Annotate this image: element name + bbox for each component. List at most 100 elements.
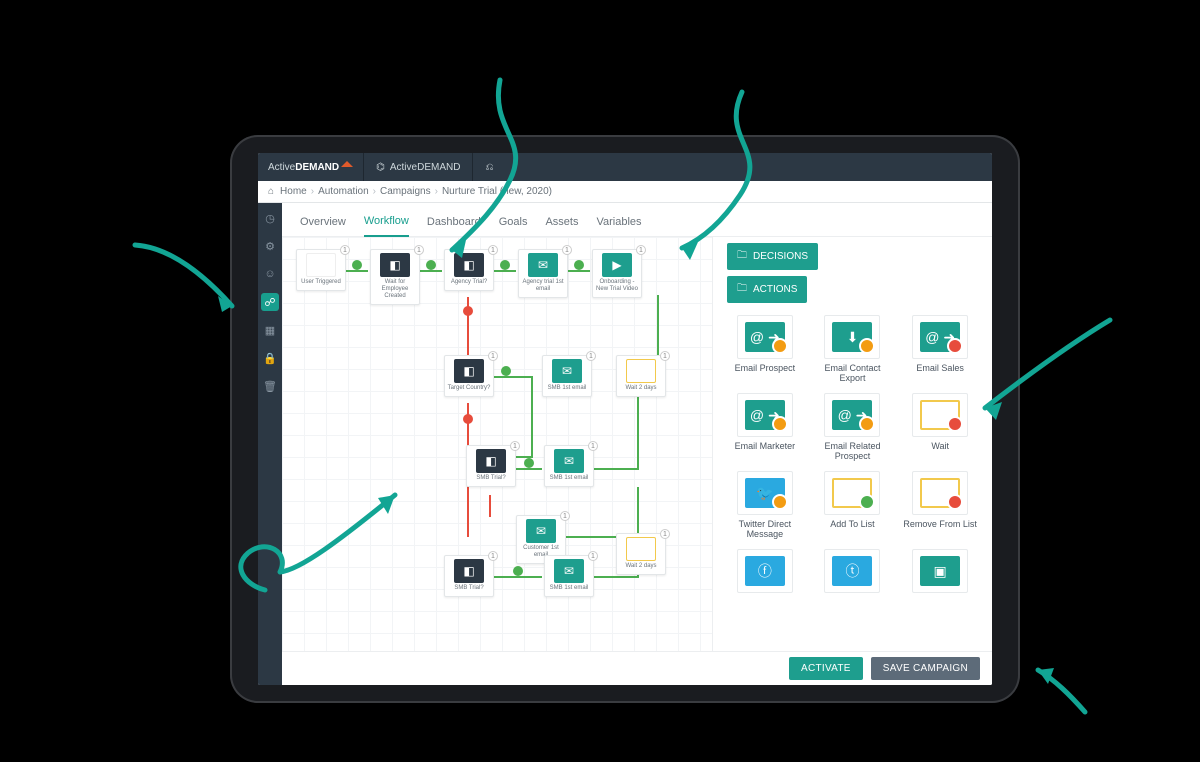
palette-email-contact-export[interactable]: ⬇ Email Contact Export [815,315,891,383]
decisions-folder-button[interactable]: 🗀 DECISIONS [727,243,818,270]
node-count-badge: 1 [488,351,498,361]
mail-icon: ✉ [552,359,582,383]
tab-goals[interactable]: Goals [499,216,528,236]
node-label: SMB 1st email [550,585,589,591]
home-icon[interactable]: ⌂ [268,186,274,197]
palette-grid: @ ➜ Email Prospect ⬇ Email Contact Expor… [727,315,978,597]
palette-email-related-prospect[interactable]: @ ➜ Email Related Prospect [815,393,891,461]
tab-variables[interactable]: Variables [596,216,641,236]
flow-icon: ◧ [454,559,484,583]
actions-folder-button[interactable]: 🗀 ACTIONS [727,276,807,303]
node-wait3[interactable]: ▦ Wait 2 days 1 [616,533,666,575]
social-icon: ⓣ [832,556,872,586]
mail-icon: ✉ [554,449,584,473]
rail-apps[interactable]: ▦ [261,321,279,339]
node-agency-trial[interactable]: ◧ Agency Trial? 1 [444,249,494,291]
node-bottom-mail[interactable]: ✉ SMB 1st email 1 [544,555,594,597]
workflow-canvas[interactable]: ✸ User Triggered 1 ◧ Wait for Employee C… [282,237,712,675]
palette-email-sales[interactable]: @ ➜ Email Sales [902,315,978,383]
node-wait-employee[interactable]: ◧ Wait for Employee Created 1 [370,249,420,305]
group-badge-icon [859,416,875,432]
node-count-badge: 1 [636,245,646,255]
node-agency-mail[interactable]: ✉ Agency trial 1st email 1 [518,249,568,298]
node-count-badge: 1 [660,351,670,361]
folder-icon: 🗀 [737,281,747,298]
palette-partial-2[interactable]: ⓣ [815,549,891,597]
calendar-icon: ▦ [626,537,656,561]
crumb-campaigns[interactable]: Campaigns [380,186,431,197]
app-screen: ActiveDEMAND ⌬ ActiveDEMAND ⎌ ⌂ Home › A… [258,153,992,685]
palette-email-prospect[interactable]: @ ➜ Email Prospect [727,315,803,383]
crumb-automation[interactable]: Automation [318,186,369,197]
node-label: Wait for Employee Created [382,279,409,299]
palette-label: Twitter Direct Message [739,519,792,539]
node-count-badge: 1 [510,441,520,451]
hierarchy-icon: ⎌ [485,162,493,173]
sub-tabs: Overview Workflow Dashboard Goals Assets… [282,203,992,237]
crumb-sep: › [373,186,376,197]
minus-badge-icon [947,494,963,510]
save-campaign-button[interactable]: SAVE CAMPAIGN [871,657,980,680]
crumb-home[interactable]: Home [280,186,307,197]
chat-badge-icon [772,494,788,510]
rail-contacts[interactable]: ☺ [261,265,279,283]
tab-assets[interactable]: Assets [545,216,578,236]
tab-overview[interactable]: Overview [300,216,346,236]
node-bottom-branch[interactable]: ◧ SMB Trial? 1 [444,555,494,597]
footer-bar: ACTIVATE SAVE CAMPAIGN [282,651,992,685]
palette-email-marketer[interactable]: @ ➜ Email Marketer [727,393,803,461]
node-smb-mail-a[interactable]: ✉ SMB 1st email 1 [544,445,594,487]
node-start[interactable]: ✸ User Triggered 1 [296,249,346,291]
main-row: ◷ ⚙ ☺ ☍ ▦ 🔒 🗑 Overview Workflow Dashboar… [258,203,992,685]
tab-workflow[interactable]: Workflow [364,215,409,237]
action-palette: 🗀 DECISIONS 🗀 ACTIONS @ ➜ Email Prospect [712,237,992,685]
palette-wait[interactable]: ▦ Wait [902,393,978,461]
chat-badge-icon [859,338,875,354]
node-label: SMB 1st email [550,475,589,481]
app-bar: ActiveDEMAND ⌬ ActiveDEMAND ⎌ [258,153,992,181]
node-count-badge: 1 [586,351,596,361]
brand-left: Active [268,162,295,173]
node-count-badge: 1 [488,551,498,561]
brand-right: DEMAND [295,162,339,173]
topbar-account[interactable]: ⌬ ActiveDEMAND [363,153,472,181]
node-count-badge: 1 [660,529,670,539]
node-label: Onboarding - New Trial Video [596,279,638,292]
rail-org[interactable]: ⚙ [261,237,279,255]
node-smb-trial[interactable]: ◧ SMB Trial? 1 [466,445,516,487]
palette-add-to-list[interactable]: ≣ Add To List [815,471,891,539]
marketer-badge-icon [772,416,788,432]
workflow-canvas-wrap: ✸ User Triggered 1 ◧ Wait for Employee C… [282,237,712,685]
node-label: Target Country? [448,385,491,391]
sales-badge-icon [947,338,963,354]
mail-icon: ✉ [526,519,556,543]
palette-partial-1[interactable]: ⓕ [727,549,803,597]
palette-label: Remove From List [903,519,977,529]
palette-label: Add To List [830,519,874,529]
topbar-hierarchy[interactable]: ⎌ [472,153,505,181]
crumb-current: Nurture Trial (new, 2020) [442,186,552,197]
crumb-sep: › [435,186,438,197]
breadcrumb: ⌂ Home › Automation › Campaigns › Nurtur… [258,181,992,203]
node-target-country[interactable]: ◧ Target Country? 1 [444,355,494,397]
node-label: User Triggered [301,279,341,285]
node-label: SMB 1st email [548,385,587,391]
node-onboarding[interactable]: ▶ Onboarding - New Trial Video 1 [592,249,642,298]
rail-automation[interactable]: ☍ [261,293,279,311]
palette-remove-from-list[interactable]: ≣ Remove From List [902,471,978,539]
node-wait2[interactable]: ▦ Wait 2 days 1 [616,355,666,397]
flow-icon: ◧ [454,253,484,277]
node-count-badge: 1 [562,245,572,255]
video-icon: ▶ [602,253,632,277]
plus-badge-icon [859,494,875,510]
rail-trash[interactable]: 🗑 [261,377,279,395]
mail-icon: ✉ [554,559,584,583]
palette-twitter-dm[interactable]: 🐦 Twitter Direct Message [727,471,803,539]
node-smb-mail1[interactable]: ✉ SMB 1st email 1 [542,355,592,397]
rail-lock[interactable]: 🔒 [261,349,279,367]
palette-label: Email Marketer [735,441,796,451]
palette-partial-3[interactable]: ▣ [902,549,978,597]
activate-button[interactable]: ACTIVATE [789,657,863,680]
tab-dashboard[interactable]: Dashboard [427,216,481,236]
rail-dashboard[interactable]: ◷ [261,209,279,227]
